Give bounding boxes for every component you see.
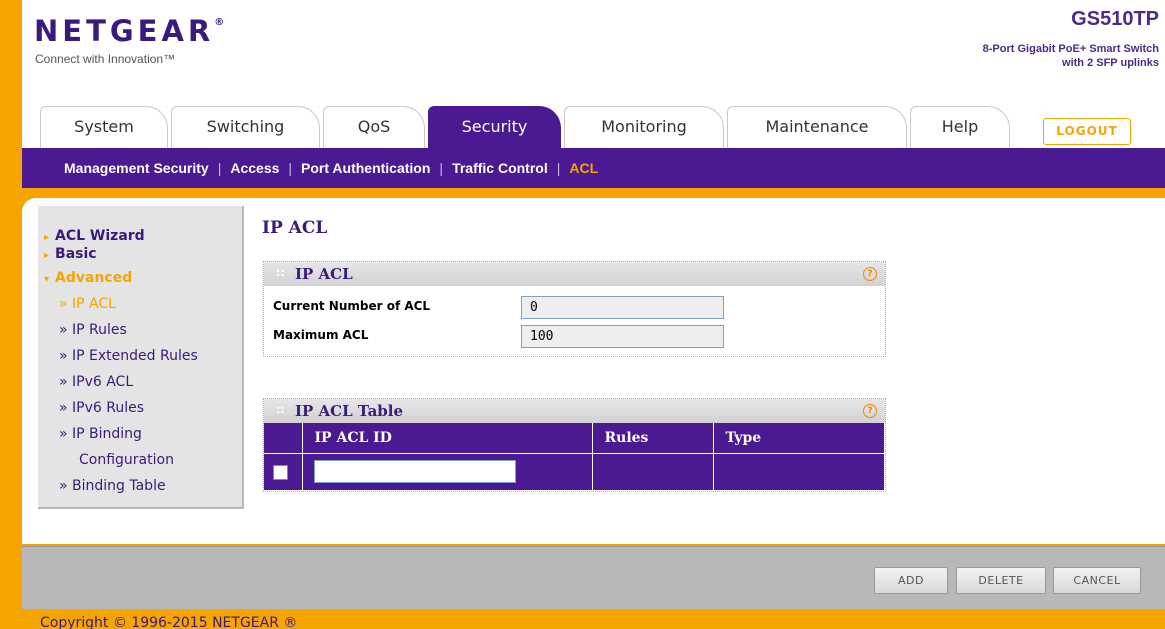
arrow-down-icon: ▾ <box>44 274 50 285</box>
sidebar-item-basic[interactable]: ▸ Basic <box>44 246 97 262</box>
current-acl-row: Current Number of ACL 0 <box>264 291 885 320</box>
main-content: ▸ ACL Wizard ▸ Basic ▾ Advanced » IP ACL » … <box>22 198 1165 544</box>
help-icon[interactable]: ? <box>863 404 877 418</box>
sidebar-item-label: IP ACL <box>72 296 116 312</box>
sidebar-item-ip-rules[interactable]: » IP Rules <box>59 322 127 338</box>
sidebar-item-ipv6-rules[interactable]: » IPv6 Rules <box>59 400 144 416</box>
subnav-access[interactable]: Access <box>230 160 279 176</box>
sidebar-item-label: Binding Table <box>72 478 166 494</box>
sidebar-item-ip-binding-configuration[interactable]: » IP Binding <box>59 426 142 442</box>
sidebar-item-ipv6-acl[interactable]: » IPv6 ACL <box>59 374 133 390</box>
cancel-button[interactable]: CANCEL <box>1053 567 1141 594</box>
sidebar-item-label: IP Rules <box>72 322 127 338</box>
sidebar-item-ip-binding-configuration-cont[interactable]: Configuration <box>79 452 174 468</box>
maximum-acl-value: 100 <box>521 325 724 348</box>
sidebar-item-label: ACL Wizard <box>55 228 145 244</box>
add-button[interactable]: ADD <box>874 567 948 594</box>
sidebar-item-label: IPv6 ACL <box>72 374 134 390</box>
subnav-separator: | <box>217 160 222 176</box>
sidebar-item-label: IPv6 Rules <box>72 400 144 416</box>
table-header-row: IP ACL ID Rules Type <box>264 423 885 453</box>
ip-acl-id-input[interactable] <box>313 460 516 484</box>
subnav-port-authentication[interactable]: Port Authentication <box>301 160 430 176</box>
footer-button-bar: ADD DELETE CANCEL <box>22 546 1165 609</box>
select-column-header <box>264 423 303 453</box>
tab-maintenance[interactable]: Maintenance <box>727 106 907 148</box>
column-header-ip-acl-id: IP ACL ID <box>302 423 593 453</box>
tab-help[interactable]: Help <box>910 106 1010 148</box>
panel-title: IP ACL <box>295 265 353 283</box>
sidebar-item-label: IP Binding <box>72 426 142 442</box>
tab-qos[interactable]: QoS <box>323 106 425 148</box>
panel-title: IP ACL Table <box>295 402 404 420</box>
column-header-type: Type <box>713 423 885 453</box>
sidebar-item-advanced[interactable]: ▾ Advanced <box>44 270 132 286</box>
subnav-management-security[interactable]: Management Security <box>64 160 209 176</box>
arrow-right-icon: ▸ <box>44 250 50 261</box>
sidebar: ▸ ACL Wizard ▸ Basic ▾ Advanced » IP ACL » … <box>38 206 244 509</box>
rules-cell <box>592 452 714 490</box>
current-acl-label: Current Number of ACL <box>273 299 431 313</box>
panel-header: :: IP ACL Table ? <box>264 399 885 423</box>
column-header-rules: Rules <box>592 423 714 453</box>
logo-registered-mark: ® <box>214 17 225 28</box>
sidebar-item-label: Advanced <box>55 270 133 286</box>
sidebar-item-acl-wizard[interactable]: ▸ ACL Wizard <box>44 228 145 244</box>
row-select-checkbox[interactable] <box>273 465 288 481</box>
help-icon[interactable]: ? <box>863 267 877 281</box>
header: NETGEAR® Connect with Innovation™ GS510T… <box>22 0 1165 148</box>
page-title: IP ACL <box>262 218 328 238</box>
table-row <box>264 452 885 490</box>
copyright-text: Copyright © 1996-2015 NETGEAR ® <box>40 615 298 629</box>
select-cell <box>264 452 303 490</box>
panel-header: :: IP ACL ? <box>264 262 885 286</box>
drag-grip-icon: :: <box>276 266 285 279</box>
delete-button[interactable]: DELETE <box>956 567 1046 594</box>
current-acl-value: 0 <box>521 296 724 319</box>
subnav-separator: | <box>288 160 293 176</box>
maximum-acl-label: Maximum ACL <box>273 328 369 342</box>
ip-acl-id-cell <box>302 452 593 490</box>
sidebar-item-ip-acl[interactable]: » IP ACL <box>59 296 116 312</box>
subnav-separator: | <box>439 160 444 176</box>
subnav-traffic-control[interactable]: Traffic Control <box>452 160 548 176</box>
tab-system[interactable]: System <box>40 106 168 148</box>
sidebar-item-label: Basic <box>55 246 97 262</box>
arrow-right-icon: ▸ <box>44 232 50 243</box>
sidebar-item-label: IP Extended Rules <box>72 348 198 364</box>
netgear-logo[interactable]: NETGEAR® <box>34 14 224 48</box>
model-description-line2: with 2 SFP uplinks <box>1062 57 1159 69</box>
drag-grip-icon: :: <box>276 403 285 416</box>
type-cell <box>713 452 885 490</box>
subnav-acl[interactable]: ACL <box>569 160 598 176</box>
model-name: GS510TP <box>1071 8 1159 30</box>
sidebar-item-binding-table[interactable]: » Binding Table <box>59 478 166 494</box>
sub-navigation: Management Security | Access | Port Auth… <box>22 148 1165 188</box>
sidebar-item-ip-extended-rules[interactable]: » IP Extended Rules <box>59 348 198 364</box>
ip-acl-panel: :: IP ACL ? Current Number of ACL 0 Maxi… <box>263 261 886 357</box>
tab-security[interactable]: Security <box>428 106 561 148</box>
ip-acl-table-panel: :: IP ACL Table ? IP ACL ID Rules Type <box>263 398 886 492</box>
logout-button[interactable]: LOGOUT <box>1043 118 1131 145</box>
logo-tagline: Connect with Innovation™ <box>35 52 176 66</box>
model-description: 8-Port Gigabit PoE+ Smart Switch with 2 … <box>879 42 1159 70</box>
logo-text: NETGEAR <box>34 14 215 48</box>
subnav-separator: | <box>556 160 561 176</box>
maximum-acl-row: Maximum ACL 100 <box>264 320 885 349</box>
ip-acl-table: IP ACL ID Rules Type <box>264 423 885 490</box>
tab-monitoring[interactable]: Monitoring <box>564 106 724 148</box>
model-description-line1: 8-Port Gigabit PoE+ Smart Switch <box>982 43 1159 55</box>
tab-switching[interactable]: Switching <box>171 106 320 148</box>
